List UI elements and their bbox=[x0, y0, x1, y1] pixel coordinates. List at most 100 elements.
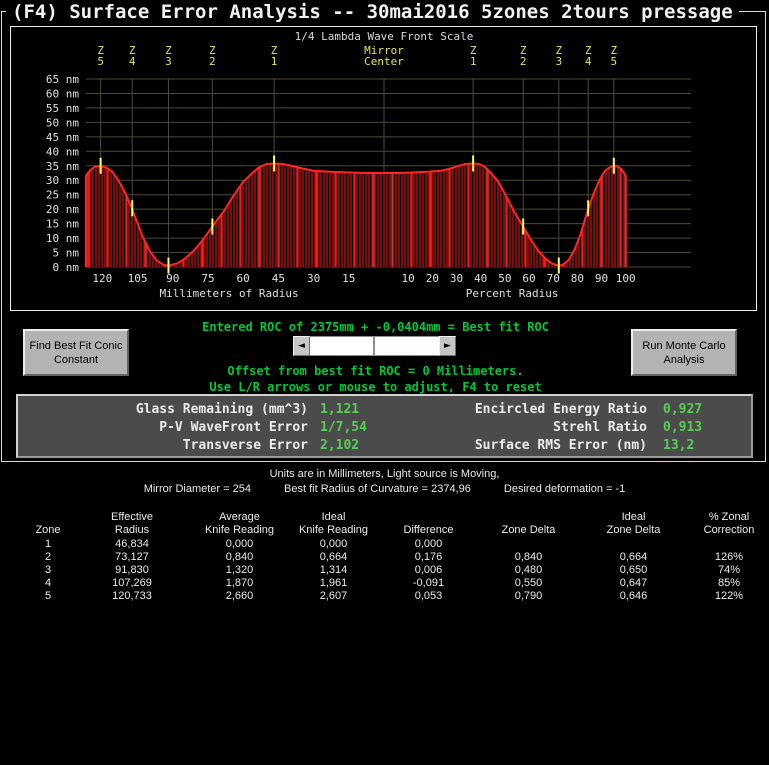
chart-text: 4 bbox=[585, 55, 592, 68]
scrollbar-track[interactable] bbox=[310, 336, 439, 356]
zone-table-cell: 1,870 bbox=[225, 577, 254, 589]
strehl-ratio-label: Strehl Ratio bbox=[553, 420, 647, 435]
pv-wavefront-label: P-V WaveFront Error bbox=[159, 420, 308, 435]
transverse-error-label: Transverse Error bbox=[182, 438, 308, 453]
zone-table-header-cell: Difference bbox=[403, 524, 454, 536]
chart-text: 60 bbox=[237, 272, 250, 285]
zone-table-header-cell: Zone Delta bbox=[501, 524, 556, 536]
stats-panel: Glass Remaining (mm^3) 1,121 Encircled E… bbox=[16, 394, 753, 458]
best-fit-roc-text: Best fit Radius of Curvature = 2374,96 bbox=[284, 483, 471, 495]
chart-text: 10 nm bbox=[46, 232, 79, 245]
zone-table-cell: 4 bbox=[44, 577, 52, 589]
units-info-text: Units are in Millimeters, Light source i… bbox=[269, 468, 500, 480]
zone-table-cell: 126% bbox=[714, 551, 744, 563]
chart-text: 30 bbox=[307, 272, 320, 285]
zone-table-cell: 2,607 bbox=[319, 590, 348, 602]
chart-text: 40 bbox=[474, 272, 487, 285]
scrollbar-left-arrow-button[interactable]: ◄ bbox=[293, 336, 310, 356]
zone-table-row: 3 91,830 1,320 1,314 0,006 0,480 0,650 74% bbox=[25, 564, 769, 577]
mirror-diameter-text: Mirror Diameter = 254 bbox=[143, 483, 251, 495]
transverse-error-value: 2,102 bbox=[320, 438, 360, 453]
zone-table-cell: 0,840 bbox=[514, 551, 543, 563]
chart-text: 15 nm bbox=[46, 218, 79, 231]
offset-status-text: Offset from best fit ROC = 0 Millimeters… bbox=[227, 364, 524, 378]
roc-offset-scrollbar[interactable]: ◄ ► bbox=[293, 336, 456, 356]
zone-table-cell: 74% bbox=[717, 564, 741, 576]
zone-table-cell: 5 bbox=[44, 590, 52, 602]
zone-table-row: 4 107,269 1,870 1,961 -0,091 0,550 0,647 85% bbox=[25, 577, 769, 590]
glass-remaining-value: 1,121 bbox=[320, 402, 360, 417]
zone-table-cell: 120,733 bbox=[112, 590, 152, 602]
zone-table-header-cell: Effective Radius bbox=[111, 511, 153, 536]
surface-rms-label: Surface RMS Error (nm) bbox=[474, 438, 647, 453]
chart-text: Center bbox=[364, 55, 404, 68]
chart-text: 1 bbox=[271, 55, 278, 68]
chart-text: 0 nm bbox=[53, 261, 80, 274]
app-window: (F4) Surface Error Analysis -- 30mai2016… bbox=[0, 0, 769, 765]
zone-table-cell: 0,646 bbox=[619, 590, 648, 602]
chart-text: 3 bbox=[165, 55, 172, 68]
chart-text: 75 bbox=[201, 272, 214, 285]
scrollbar-thumb[interactable] bbox=[310, 337, 375, 355]
stats-row: P-V WaveFront Error 1/7,54 Strehl Ratio … bbox=[18, 420, 751, 438]
chart-text: 35 nm bbox=[46, 160, 79, 173]
zone-table-cell: 2,660 bbox=[225, 590, 254, 602]
chart-text: 60 nm bbox=[46, 87, 79, 100]
zone-table-cell: 0,550 bbox=[514, 577, 543, 589]
zone-table-cell: 1 bbox=[44, 538, 52, 550]
zone-table-cell: 1,961 bbox=[319, 577, 348, 589]
zone-table: Zone Effective Radius Average Knife Reading I… bbox=[25, 511, 769, 603]
pv-wavefront-value: 1/7,54 bbox=[320, 420, 367, 435]
zone-table-row: 5 120,733 2,660 2,607 0,053 0,790 0,646 122% bbox=[25, 590, 769, 603]
surface-error-area-highlight bbox=[85, 163, 626, 267]
chart-text: 65 nm bbox=[46, 73, 79, 86]
zone-table-cell: 107,269 bbox=[112, 577, 152, 589]
chart-text: 5 bbox=[97, 55, 104, 68]
chart-text: 60 bbox=[522, 272, 535, 285]
zone-table-cell: -0,091 bbox=[412, 577, 445, 589]
chart-text: 5 bbox=[610, 55, 617, 68]
chart-text: 20 nm bbox=[46, 203, 79, 216]
encircled-energy-value: 0,927 bbox=[663, 402, 703, 417]
strehl-ratio-value: 0,913 bbox=[663, 420, 703, 435]
zone-table-cell: 0,000 bbox=[319, 538, 348, 550]
chart-text: 30 bbox=[450, 272, 463, 285]
zone-table-cell: 3 bbox=[44, 564, 52, 576]
chart-text: 70 bbox=[547, 272, 560, 285]
zone-table-cell: 0,176 bbox=[414, 551, 443, 563]
mirror-info-text: Mirror Diameter = 254 Best fit Radius of… bbox=[0, 483, 769, 495]
window-title: (F4) Surface Error Analysis -- 30mai2016… bbox=[6, 0, 739, 24]
wavefront-chart: 1/4 Lambda Wave Front Scale Z 1 Z 1 Z 2 Z 2 Z 3 Z 3 Z… bbox=[10, 26, 757, 311]
chart-text: 3 bbox=[555, 55, 562, 68]
chart-text: 1/4 Lambda Wave Front Scale bbox=[295, 30, 474, 43]
zone-table-cell bbox=[581, 538, 686, 551]
zone-table-header-cell: Average Knife Reading bbox=[204, 511, 275, 536]
chart-text: 45 bbox=[272, 272, 285, 285]
chart-text: 90 bbox=[595, 272, 608, 285]
scrollbar-right-arrow-button[interactable]: ► bbox=[439, 336, 456, 356]
zone-table-cell: 0,006 bbox=[414, 564, 443, 576]
zone-table-cell: 2 bbox=[44, 551, 52, 563]
chart-text: 105 bbox=[128, 272, 148, 285]
chart-text: 25 nm bbox=[46, 189, 79, 202]
right-arrow-icon: ► bbox=[444, 341, 451, 351]
chart-text: 30 nm bbox=[46, 174, 79, 187]
left-arrow-icon: ◄ bbox=[298, 341, 305, 351]
zone-table-cell: 91,830 bbox=[115, 564, 149, 576]
zone-table-cell: 46,834 bbox=[115, 538, 149, 550]
zone-table-cell: 85% bbox=[717, 577, 741, 589]
glass-remaining-label: Glass Remaining (mm^3) bbox=[135, 402, 308, 417]
zone-table-header-cell: Ideal Knife Reading bbox=[298, 511, 369, 536]
zone-table-cell bbox=[476, 538, 581, 551]
zone-table-header-cell: Zone bbox=[35, 524, 61, 536]
zone-table-cell: 0,840 bbox=[225, 551, 254, 563]
zone-table-cell: 0,480 bbox=[514, 564, 543, 576]
chart-text: 2 bbox=[520, 55, 527, 68]
zone-table-header-row: Zone Effective Radius Average Knife Reading I… bbox=[25, 511, 769, 538]
stats-row: Transverse Error 2,102 Surface RMS Error… bbox=[18, 438, 751, 456]
zone-table-cell: 0,650 bbox=[619, 564, 648, 576]
zone-table-cell: 122% bbox=[714, 590, 744, 602]
chart-text: 1 bbox=[470, 55, 477, 68]
zone-table-cell: 0,053 bbox=[414, 590, 443, 602]
zone-table-cell: 1,320 bbox=[225, 564, 254, 576]
